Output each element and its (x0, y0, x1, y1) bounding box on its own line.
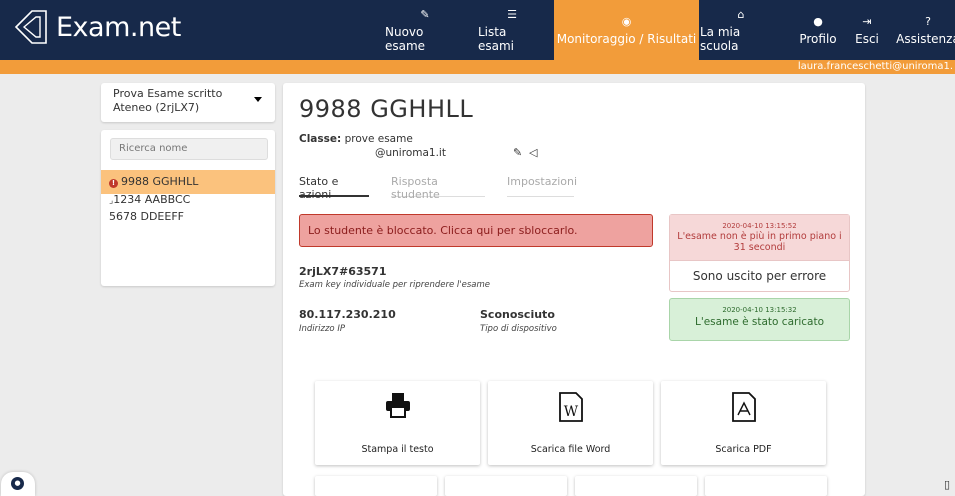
user-icon: ● (813, 15, 823, 28)
sign-out-icon: ⇥ (862, 15, 872, 28)
alert-icon: ! (109, 179, 118, 188)
word-file-icon: W (558, 392, 583, 422)
action-label: Scarica file Word (530, 444, 611, 455)
chat-widget[interactable]: ● (1, 472, 35, 496)
unblock-student-alert[interactable]: Lo studente è bloccato. Clicca qui per s… (299, 214, 653, 247)
device-desc: Tipo di dispositivo (480, 324, 557, 334)
caret-down-icon (254, 97, 262, 102)
nav-nuovo-esame[interactable]: ✎ Nuovo esame (385, 0, 465, 60)
event-content: 2020-04-10 13:15:52 L'esame non è più in… (670, 215, 849, 260)
event-time: 2020-04-10 13:15:52 (722, 222, 797, 230)
nav-profilo[interactable]: ● Profilo (793, 0, 843, 60)
event-time: 2020-04-10 13:15:32 (722, 306, 797, 314)
exam-select[interactable]: Prova Esame scritto Ateneo (2rjLX7) (101, 83, 275, 122)
download-word-button[interactable]: W Scarica file Word (488, 381, 653, 465)
event-card-focus-lost: 2020-04-10 13:15:52 L'esame non è più in… (669, 214, 850, 292)
ip-value: 80.117.230.210 (299, 308, 396, 321)
student-name: 1234 AABBCC (113, 193, 191, 206)
exam-key-desc: Exam key individuale per riprendere l'es… (299, 280, 490, 290)
student-item[interactable]: 5678 DDEEFF (101, 207, 275, 227)
student-detail-panel: 9988 GGHHLL Classe: prove esame @uniroma… (283, 83, 865, 496)
svg-text:W: W (563, 404, 578, 420)
top-navbar: Exam.net ✎ Nuovo esame ☰ Lista esami ◉ M… (0, 0, 955, 60)
exited-by-mistake-button[interactable]: Sono uscito per errore (670, 260, 849, 291)
nav-label: Lista esami (478, 25, 515, 53)
device-value: Sconosciuto (480, 308, 555, 321)
class-label: Classe: (299, 133, 342, 145)
nav-label: La mia scuola (700, 25, 741, 53)
nav-label: Assistenza (896, 32, 955, 46)
nav-monitoraggio[interactable]: ◉ Monitoraggio / Risultati (554, 0, 699, 60)
action-card[interactable] (445, 476, 567, 496)
nav-esci[interactable]: ⇥ Esci (852, 0, 882, 60)
student-list-panel: Ricerca nome ! 9988 GGHHLL ⌟1234 AABBCC 5… (101, 130, 275, 286)
action-card[interactable] (705, 476, 827, 496)
brand-name: Exam.net (56, 11, 181, 43)
home-icon: ⌂ (737, 8, 745, 21)
pencil-icon: ✎ (420, 8, 430, 21)
class-info: Classe: prove esame (299, 133, 413, 145)
pencil-icon[interactable]: ✎ (513, 146, 522, 159)
exam-logo-icon (14, 10, 47, 44)
event-card-loaded: 2020-04-10 13:15:32 L'esame è stato cari… (669, 298, 850, 341)
action-label: Stampa il testo (361, 444, 434, 455)
ip-desc: Indirizzo IP (299, 324, 345, 334)
nav-label: Monitoraggio / Risultati (556, 32, 697, 46)
student-name: 9988 GGHHLL (121, 175, 199, 188)
send-icon[interactable]: ◁ (529, 146, 537, 159)
nav-label: Profilo (799, 32, 837, 46)
pdf-file-icon (731, 392, 756, 422)
user-email: laura.franceschetti@uniroma1. (797, 61, 953, 72)
action-label: Scarica PDF (715, 444, 772, 455)
question-circle-icon: ? (925, 15, 931, 28)
print-icon (385, 393, 410, 418)
nav-label: Nuovo esame (385, 25, 426, 53)
user-bar: laura.franceschetti@uniroma1. (0, 60, 955, 74)
event-message: L'esame è stato caricato (694, 316, 824, 328)
student-name: 5678 DDEEFF (109, 210, 184, 223)
search-input[interactable]: Ricerca nome (110, 138, 268, 160)
nav-label: Esci (855, 32, 879, 46)
eye-icon: ◉ (621, 15, 632, 28)
exam-select-value: Prova Esame scritto Ateneo (2rjLX7) (113, 87, 223, 114)
exam-key-value: 2rjLX7#63571 (299, 265, 387, 278)
class-value: prove esame (344, 133, 413, 145)
event-message: L'esame non è più in primo piano i 31 se… (677, 231, 842, 253)
chat-icon: ● (11, 477, 24, 490)
nav-lista-esami[interactable]: ☰ Lista esami (478, 0, 546, 60)
student-email: @uniroma1.it (375, 147, 446, 159)
nav-la-mia-scuola[interactable]: ⌂ La mia scuola (700, 0, 782, 60)
side-tab-icon[interactable]: ▯ (944, 478, 950, 491)
tab-risposta-studente[interactable]: Risposta studente (391, 175, 485, 201)
student-title: 9988 GGHHLL (299, 95, 474, 123)
download-pdf-button[interactable]: Scarica PDF (661, 381, 826, 465)
print-text-button[interactable]: Stampa il testo (315, 381, 480, 465)
action-card[interactable] (575, 476, 697, 496)
nav-assistenza[interactable]: ? Assistenza (893, 0, 955, 60)
action-card[interactable] (315, 476, 437, 496)
brand-logo[interactable]: Exam.net (14, 8, 181, 46)
tab-stato-e-azioni[interactable]: Stato e azioni (299, 175, 369, 201)
list-icon: ☰ (507, 8, 517, 21)
tab-impostazioni[interactable]: Impostazioni (507, 175, 577, 197)
